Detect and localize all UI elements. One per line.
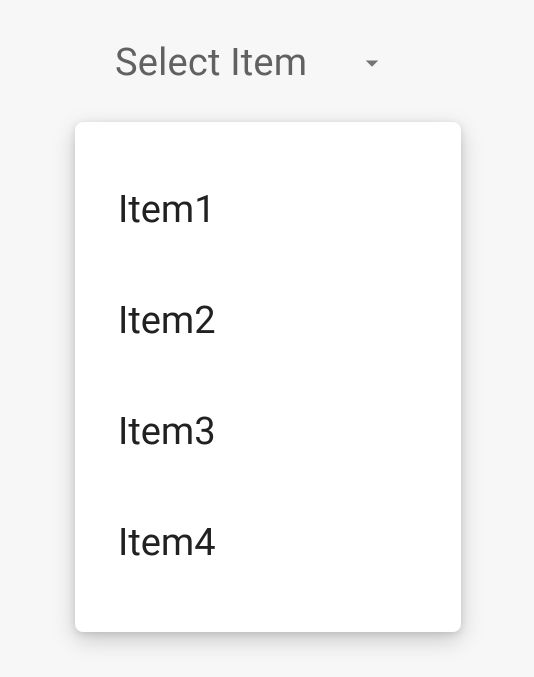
dropdown-menu: Item1 Item2 Item3 Item4	[75, 122, 461, 632]
select-trigger[interactable]: Select Item	[115, 41, 387, 85]
dropdown-item-4[interactable]: Item4	[75, 495, 461, 592]
select-placeholder-label: Select Item	[115, 41, 307, 85]
dropdown-item-label: Item2	[118, 299, 216, 343]
dropdown-item-2[interactable]: Item2	[75, 273, 461, 370]
dropdown-item-label: Item1	[118, 188, 216, 232]
dropdown-item-3[interactable]: Item3	[75, 384, 461, 481]
dropdown-arrow-icon	[357, 48, 387, 78]
dropdown-item-label: Item4	[118, 521, 216, 565]
dropdown-item-1[interactable]: Item1	[75, 162, 461, 259]
dropdown-item-label: Item3	[118, 410, 216, 454]
